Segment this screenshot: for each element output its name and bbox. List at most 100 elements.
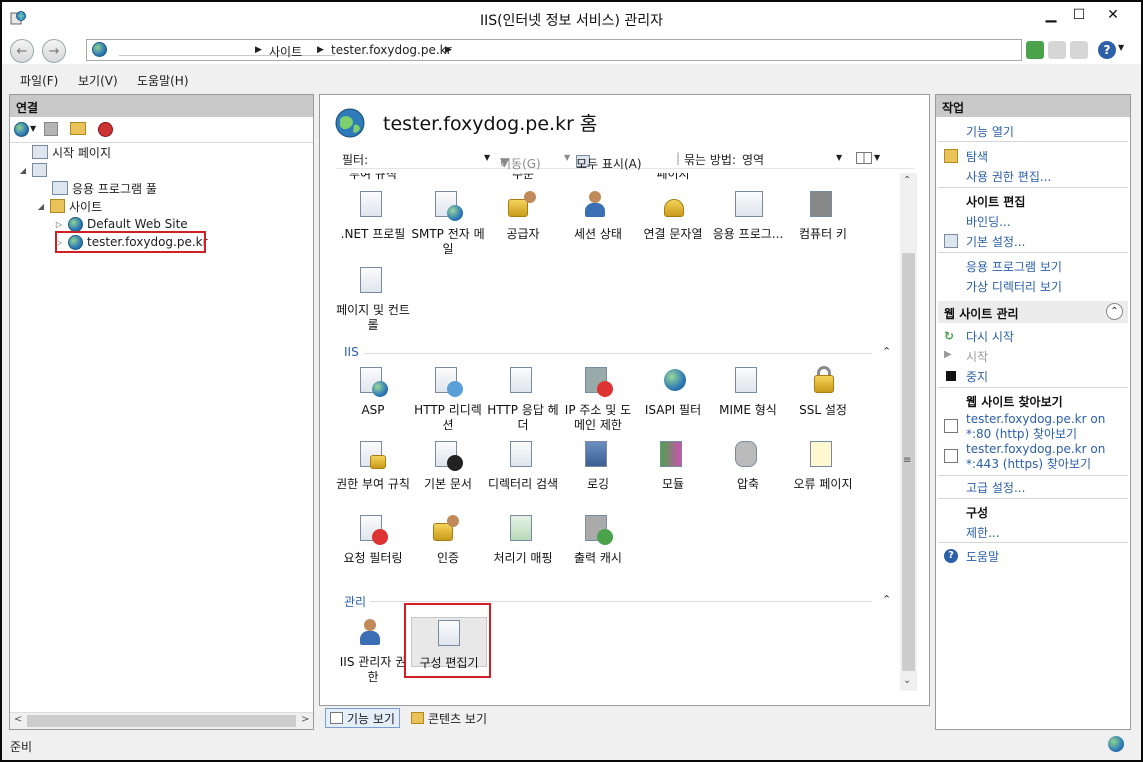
scroll-right-icon[interactable]: >	[301, 714, 309, 725]
menu-view[interactable]: 보기(V)	[78, 72, 118, 89]
scroll-left-icon[interactable]: <	[14, 714, 22, 725]
save-icon[interactable]	[44, 122, 58, 136]
collapse-icon[interactable]: ◢	[18, 166, 28, 175]
folder-up-icon[interactable]	[70, 122, 86, 135]
action-basic-settings[interactable]: 기본 설정...	[966, 233, 1025, 250]
feature-ssl-settings[interactable]: SSL 설정	[786, 365, 860, 418]
feature-modules[interactable]: 모듈	[636, 439, 710, 492]
back-button[interactable]: ←	[10, 39, 34, 63]
address-bar: ← → ▶ 사이트 ▶ tester.foxydog.pe.kr ▶ ? ▼	[2, 34, 1141, 64]
menu-file[interactable]: 파일(F)	[20, 72, 58, 89]
tree-sites[interactable]: ◢ 사이트	[36, 197, 102, 215]
feature-smtp-email[interactable]: SMTP 전자 메일	[411, 189, 485, 257]
action-edit-permissions[interactable]: 사용 권한 편집...	[966, 168, 1051, 185]
handler-mappings-icon	[506, 513, 540, 547]
feature-iis-manager-permissions[interactable]: IIS 관리자 권한	[336, 617, 410, 685]
filter-input[interactable]	[376, 147, 494, 167]
breadcrumb-sites[interactable]: 사이트	[269, 43, 302, 60]
feature-isapi-filters[interactable]: ISAPI 필터	[636, 365, 710, 418]
chevron-down-icon[interactable]: ▼	[484, 153, 490, 162]
connections-hscrollbar[interactable]: < >	[10, 712, 313, 729]
feature-error-pages[interactable]: 오류 페이지	[786, 439, 860, 492]
feature-logging[interactable]: 로깅	[561, 439, 635, 492]
features-vscrollbar[interactable]: ⌃ ≡ ⌄	[900, 173, 917, 691]
chevron-down-icon[interactable]: ▼	[1118, 43, 1124, 52]
chevron-down-icon[interactable]: ▼	[874, 153, 880, 162]
help-icon[interactable]: ?	[1098, 41, 1116, 59]
feature-handler-mappings[interactable]: 처리기 매핑	[486, 513, 560, 566]
action-start: 시작	[966, 350, 989, 364]
action-explore[interactable]: 탐색	[966, 148, 988, 165]
tab-features-view[interactable]: 기능 보기	[325, 708, 400, 728]
features-panel: tester.foxydog.pe.kr 홈 필터: ▼ ▼ 이동(G) ▼ 모…	[319, 94, 930, 706]
connect-icon[interactable]	[14, 122, 29, 137]
close-button[interactable]: ✕	[1098, 4, 1128, 26]
action-stop[interactable]: 중지	[966, 368, 988, 385]
feature-app-settings[interactable]: 응용 프로그...	[711, 189, 785, 242]
collapse-management-icon[interactable]: ⌃	[882, 593, 891, 606]
stop-icon[interactable]	[1048, 41, 1066, 59]
feature-ip-domain-restrictions[interactable]: IP 주소 및 도메인 제한	[561, 365, 635, 433]
feature-default-document[interactable]: 기본 문서	[411, 439, 485, 492]
scroll-up-icon[interactable]: ⌃	[903, 175, 911, 186]
feature-http-redirect[interactable]: HTTP 리디렉션	[411, 365, 485, 433]
collapse-section-icon[interactable]: ⌃	[1106, 303, 1123, 320]
chevron-down-icon[interactable]: ▼	[30, 124, 36, 133]
maximize-button[interactable]: ☐	[1064, 4, 1094, 26]
providers-icon	[506, 189, 540, 223]
action-restart[interactable]: 다시 시작	[966, 328, 1014, 345]
action-limits[interactable]: 제한...	[966, 524, 1000, 541]
tab-content-view[interactable]: 콘텐츠 보기	[407, 708, 491, 728]
chevron-down-icon[interactable]: ▼	[836, 153, 842, 162]
scroll-down-icon[interactable]: ⌄	[903, 675, 911, 686]
home-icon[interactable]	[1070, 41, 1088, 59]
action-advanced-settings[interactable]: 고급 설정...	[966, 479, 1025, 496]
feature-net-profile[interactable]: .NET 프로필	[336, 189, 410, 242]
view-mode-icon[interactable]	[856, 152, 872, 164]
refresh-icon[interactable]	[1026, 41, 1044, 59]
feature-pages-controls[interactable]: 페이지 및 컨트롤	[336, 265, 410, 333]
feature-mime-types[interactable]: MIME 형식	[711, 365, 785, 418]
tree-app-pools[interactable]: 응용 프로그램 풀	[52, 179, 157, 197]
expand-icon[interactable]: ▷	[54, 220, 64, 229]
feature-asp[interactable]: ASP	[336, 365, 410, 418]
tree-start-page[interactable]: 시작 페이지	[32, 143, 111, 161]
edit-site-header: 사이트 편집	[966, 195, 1026, 209]
collapse-iis-icon[interactable]: ⌃	[882, 345, 891, 358]
actions-panel: 작업 기능 열기 탐색 사용 권한 편집... 사이트 편집 바인딩... 기본…	[935, 94, 1131, 730]
action-view-applications[interactable]: 응용 프로그램 보기	[966, 258, 1062, 275]
feature-output-caching[interactable]: 출력 캐시	[561, 513, 635, 566]
basic-settings-icon	[944, 234, 958, 248]
scroll-thumb[interactable]	[27, 715, 296, 727]
breadcrumb-site[interactable]: tester.foxydog.pe.kr	[331, 43, 452, 57]
feature-http-response-headers[interactable]: HTTP 응답 헤더	[486, 365, 560, 433]
feature-connection-strings[interactable]: 연결 문자열	[636, 189, 710, 242]
minimize-button[interactable]: ▁	[1036, 4, 1066, 26]
collapse-icon[interactable]: ◢	[36, 202, 46, 211]
forward-button[interactable]: →	[42, 39, 66, 63]
feature-session-state[interactable]: 세션 상태	[561, 189, 635, 242]
action-view-virtual-directories[interactable]: 가상 디렉터리 보기	[966, 278, 1062, 295]
output-caching-icon	[581, 513, 615, 547]
action-browse-http[interactable]: tester.foxydog.pe.kr on *:80 (http) 찾아보기	[966, 412, 1128, 442]
pages-controls-icon	[356, 265, 390, 299]
tree-server[interactable]: ◢	[18, 161, 51, 179]
status-bar: 준비	[2, 732, 1141, 760]
feature-directory-browsing[interactable]: 디렉터리 검색	[486, 439, 560, 492]
feature-machine-key[interactable]: 컴퓨터 키	[786, 189, 860, 242]
action-bindings[interactable]: 바인딩...	[966, 213, 1011, 230]
menu-help[interactable]: 도움말(H)	[137, 72, 189, 89]
disconnect-icon[interactable]	[98, 122, 113, 137]
feature-compression[interactable]: 압축	[711, 439, 785, 492]
address-path-field[interactable]: ▶ 사이트 ▶ tester.foxydog.pe.kr ▶	[86, 39, 1022, 61]
action-open-feature[interactable]: 기능 열기	[966, 123, 1014, 140]
feature-authentication[interactable]: 인증	[411, 513, 485, 566]
connection-strings-icon	[656, 189, 690, 223]
feature-request-filtering[interactable]: 요청 필터링	[336, 513, 410, 566]
action-browse-https[interactable]: tester.foxydog.pe.kr on *:443 (https) 찾아…	[966, 442, 1128, 472]
group-by-select[interactable]: 영역	[742, 151, 764, 168]
chevron-down-icon[interactable]: ▼	[564, 153, 570, 162]
feature-providers[interactable]: 공급자	[486, 189, 560, 242]
action-help[interactable]: 도움말	[966, 548, 999, 565]
feature-authorization-rules[interactable]: 권한 부여 규칙	[336, 439, 410, 492]
